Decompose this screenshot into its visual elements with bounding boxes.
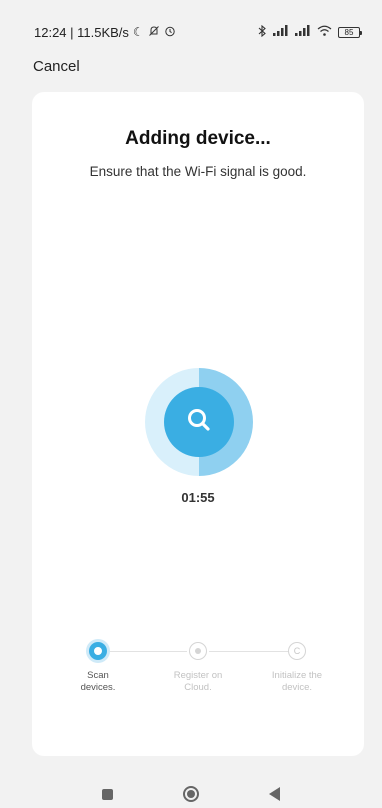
bluetooth-icon	[258, 24, 267, 40]
battery-level: 85	[344, 27, 354, 37]
back-button[interactable]	[269, 787, 280, 801]
search-icon	[186, 407, 212, 438]
status-time: 12:24 | 11.5KB/s	[34, 24, 129, 40]
step-initialize-device: C Initialize the device.	[252, 642, 342, 694]
system-nav-bar	[0, 780, 382, 808]
step-active-indicator	[89, 642, 107, 660]
signal-icon	[273, 25, 289, 39]
alarm-icon	[164, 25, 176, 39]
step-pending-indicator	[189, 642, 207, 660]
cancel-button[interactable]: Cancel	[33, 58, 80, 75]
home-icon	[183, 786, 199, 802]
step-label-line: Register on	[173, 670, 223, 681]
step-label: Initialize the device.	[252, 670, 342, 694]
step-label: Register on Cloud.	[153, 670, 243, 694]
step-label-line: devices.	[80, 682, 116, 693]
signal-icon	[295, 25, 311, 39]
recents-icon	[102, 788, 113, 800]
battery-icon: 85	[338, 26, 362, 38]
moon-icon: ☾	[132, 25, 144, 39]
status-right: 85	[258, 24, 362, 40]
step-label-line: Cloud.	[184, 682, 212, 693]
scan-progress-core	[164, 387, 234, 457]
step-label-line: Initialize the	[271, 670, 323, 681]
progress-steps: Scan devices. Register on Cloud. C Initi…	[32, 634, 364, 714]
back-icon	[269, 787, 280, 801]
step-register-cloud: Register on Cloud.	[153, 642, 243, 694]
adding-device-card: Adding device... Ensure that the Wi-Fi s…	[32, 92, 364, 756]
step-label-line: device.	[281, 682, 313, 693]
step-label: Scan devices.	[53, 670, 143, 694]
step-label-line: Scan	[87, 670, 109, 681]
status-bar: 12:24 | 11.5KB/s ☾ 85	[0, 0, 382, 44]
step-scan-devices: Scan devices.	[53, 642, 143, 694]
muted-bell-icon	[148, 25, 160, 39]
initialize-icon: C	[288, 642, 306, 660]
home-button[interactable]	[183, 786, 199, 802]
status-left: 12:24 | 11.5KB/s ☾	[34, 25, 176, 40]
wifi-icon	[317, 25, 332, 39]
page-title: Adding device...	[125, 128, 271, 149]
scan-progress-ring	[145, 368, 253, 476]
recents-button[interactable]	[102, 788, 113, 800]
countdown-timer: 01:55	[181, 490, 215, 505]
page-subtitle: Ensure that the Wi-Fi signal is good.	[89, 164, 307, 179]
